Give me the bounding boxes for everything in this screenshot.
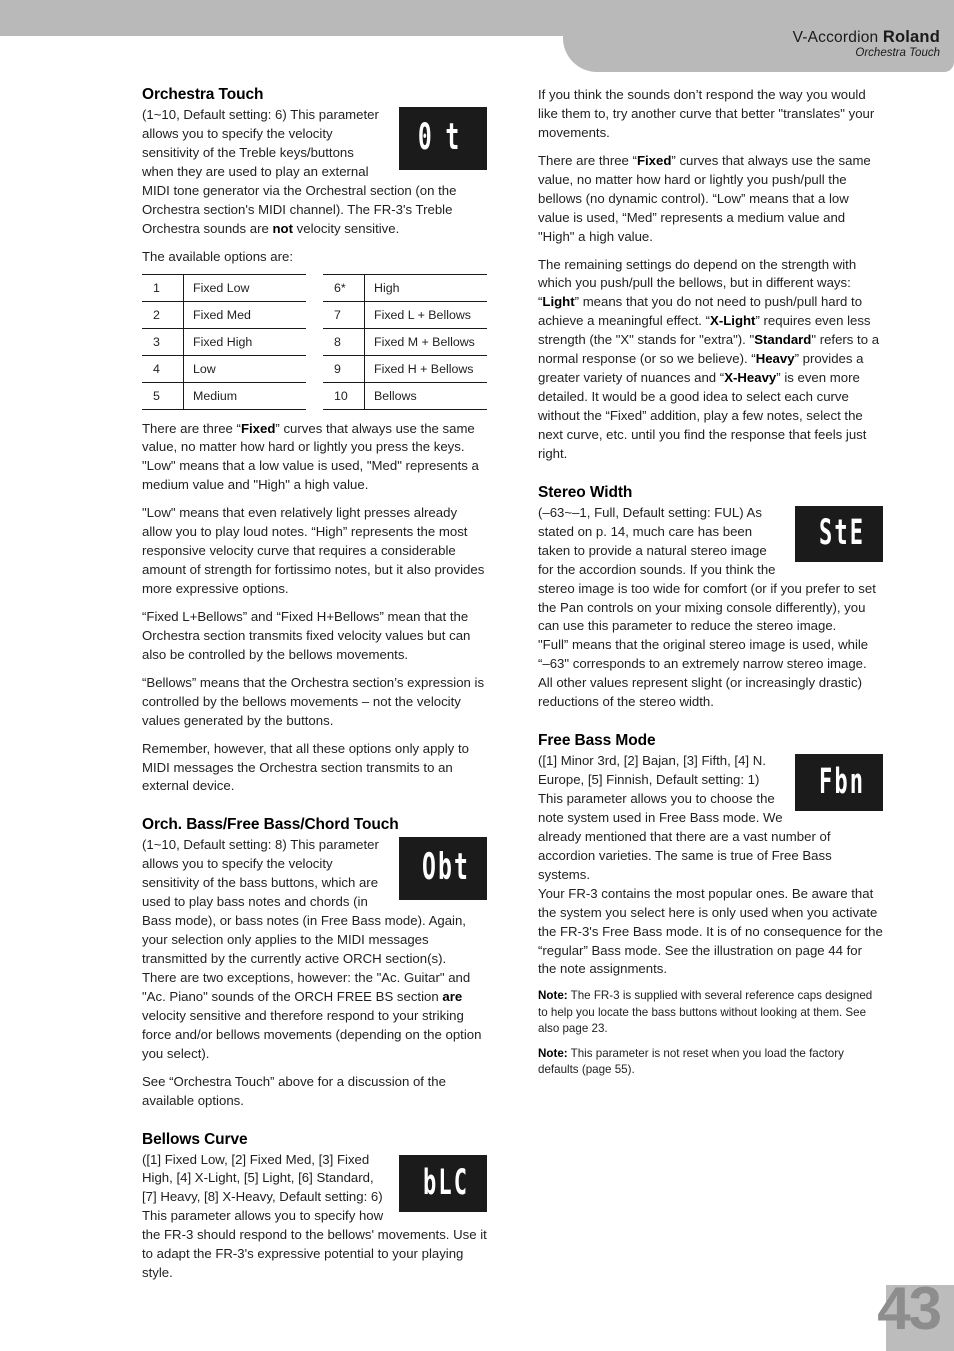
orchestra-touch-paragraph-7: Remember, however, that all these option… xyxy=(142,740,469,794)
option-label: Fixed Med xyxy=(183,300,306,328)
header-brand-name: Roland xyxy=(882,28,940,46)
free-bass-mode-paragraph-2: Your FR-3 contains the most popular ones… xyxy=(538,885,883,977)
options-table-left-body: 1 Fixed Low 2 Fixed Med 3 Fixed High 4 Low 5… xyxy=(142,273,306,410)
bellows-curve-block: bLC ([1] Fixed Low, [2] Fixed Med, [3] F… xyxy=(142,1151,487,1284)
option-number: 4 xyxy=(142,354,184,382)
option-label: Fixed H + Bellows xyxy=(364,354,487,382)
free-bass-mode-note-1: Note: The FR-3 is supplied with several … xyxy=(538,988,883,1037)
ri-p3-bold-7: Heavy xyxy=(755,351,795,367)
option-label: High xyxy=(364,273,487,301)
ri-p3-bold-3: X-Light xyxy=(710,313,756,329)
lcd-value-bellows-curve: bLC xyxy=(422,1162,469,1202)
ob-p2-pre: There are two exceptions, however: the "… xyxy=(142,969,471,1004)
ob-p2-post: velocity sensitive and therefore respond… xyxy=(142,1007,482,1061)
heading-orch-bass-free-bass-chord-touch: Orch. Bass/Free Bass/Chord Touch xyxy=(142,816,399,834)
option-label: Medium xyxy=(183,381,306,410)
left-column: Orchestra Touch 0t (1~10, Default settin… xyxy=(142,86,487,1283)
heading-bellows-curve: Bellows Curve xyxy=(142,1130,248,1148)
option-label: Fixed L + Bellows xyxy=(364,300,487,328)
orch-bass-paragraph-2: There are two exceptions, however: the "… xyxy=(142,969,487,1064)
free-bass-mode-note-2: Note: This parameter is not reset when y… xyxy=(538,1046,883,1078)
header-product-line: V-Accordion Roland xyxy=(793,28,940,46)
option-number: 8 xyxy=(323,327,365,355)
lcd-value-orch-bass: Obt xyxy=(421,847,470,889)
orchestra-touch-paragraph-2: The available options are: xyxy=(142,248,294,264)
header-product-name: V-Accordion xyxy=(792,29,879,46)
table-row: 8 Fixed M + Bellows xyxy=(323,327,487,355)
ot-p1-bold: not xyxy=(272,220,293,236)
note-text: This parameter is not reset when you loa… xyxy=(538,1047,844,1077)
option-number: 5 xyxy=(142,381,184,410)
orch-bass-paragraph-3: See “Orchestra Touch” above for a discus… xyxy=(142,1073,446,1108)
table-row: 2 Fixed Med xyxy=(142,300,306,328)
lcd-display-orch-bass: Obt xyxy=(399,837,487,901)
options-table-right-body: 6* High 7 Fixed L + Bellows 8 Fixed M + Bel… xyxy=(323,273,487,410)
right-intro-paragraph-1: If you think the sounds don’t respond th… xyxy=(538,87,875,140)
lcd-value-orchestra-touch: 0t xyxy=(418,117,474,159)
option-number: 9 xyxy=(323,354,365,382)
header-gray-block: V-Accordion Roland Orchestra Touch xyxy=(563,0,954,72)
table-row: 10 Bellows xyxy=(323,381,487,410)
ri-p2-pre: There are three “ xyxy=(538,152,637,168)
ri-p3-bold-1: Light xyxy=(542,294,575,310)
note-text: The FR-3 is supplied with several refere… xyxy=(538,989,873,1035)
orchestra-touch-paragraph-4: "Low" means that even relatively light p… xyxy=(142,505,485,596)
lcd-value-stereo-width: StE xyxy=(818,513,865,553)
option-number: 10 xyxy=(323,381,365,410)
table-row: 9 Fixed H + Bellows xyxy=(323,354,487,382)
option-label: Low xyxy=(183,354,306,382)
orch-bass-intro-block: Obt (1~10, Default setting: 8) This para… xyxy=(142,836,487,969)
heading-stereo-width: Stereo Width xyxy=(538,483,633,501)
right-column: If you think the sounds don’t respond th… xyxy=(538,86,883,1078)
heading-orchestra-touch: Orchestra Touch xyxy=(142,86,264,103)
lcd-display-free-bass-mode: Fbn xyxy=(795,754,883,812)
stereo-width-paragraph-2: "Full” means that the original stereo im… xyxy=(538,637,869,710)
ri-p2-bold: Fixed xyxy=(636,152,672,168)
orchestra-touch-paragraph-5: “Fixed L+Bellows” and “Fixed H+Bellows” … xyxy=(142,608,471,662)
right-intro-paragraph-3: The remaining settings do depend on the … xyxy=(538,256,883,464)
table-row: 6* High xyxy=(323,273,487,301)
ot-p3-pre: There are three “ xyxy=(142,420,241,436)
ot-p3-bold: Fixed xyxy=(240,420,276,436)
note-label: Note: xyxy=(538,989,568,1003)
option-label: Bellows xyxy=(364,381,487,410)
option-number: 3 xyxy=(142,327,184,355)
table-row: 3 Fixed High xyxy=(142,327,306,355)
ot-p1-post: velocity sensitive. xyxy=(293,220,400,236)
ob-p2-bold: are xyxy=(442,988,463,1004)
lcd-display-bellows-curve: bLC xyxy=(399,1154,487,1212)
table-row: 7 Fixed L + Bellows xyxy=(323,300,487,328)
orchestra-touch-intro-block: 0t (1~10, Default setting: 6) This param… xyxy=(142,106,487,239)
header-text: V-Accordion Roland Orchestra Touch xyxy=(793,28,940,60)
heading-free-bass-mode: Free Bass Mode xyxy=(538,732,656,750)
option-label: Fixed Low xyxy=(183,273,306,301)
table-row: 5 Medium xyxy=(142,381,306,410)
option-label: Fixed High xyxy=(183,327,306,355)
options-table-right: 6* High 7 Fixed L + Bellows 8 Fixed M + Bel… xyxy=(323,273,487,410)
lcd-value-free-bass-mode: Fbn xyxy=(818,762,865,802)
right-intro-paragraph-2: There are three “Fixed” curves that alwa… xyxy=(538,152,883,247)
option-number: 1 xyxy=(142,273,184,301)
ri-p3-bold-5: Standard xyxy=(754,332,812,348)
table-row: 4 Low xyxy=(142,354,306,382)
orchestra-touch-paragraph-3: There are three “Fixed” curves that alwa… xyxy=(142,420,487,496)
orchestra-touch-paragraph-6: “Bellows” means that the Orchestra secti… xyxy=(142,674,485,728)
note-label: Note: xyxy=(538,1047,568,1061)
header-subtitle: Orchestra Touch xyxy=(855,47,940,60)
free-bass-mode-block: Fbn ([1] Minor 3rd, [2] Bajan, [3] Fifth… xyxy=(538,752,883,885)
options-tables: 1 Fixed Low 2 Fixed Med 3 Fixed High 4 Low 5… xyxy=(142,273,487,410)
option-number: 7 xyxy=(323,300,365,328)
ri-p3-bold-9: X-Heavy xyxy=(724,370,777,386)
lcd-display-orchestra-touch: 0t xyxy=(399,107,487,170)
lcd-display-stereo-width: StE xyxy=(795,505,883,562)
options-table-left: 1 Fixed Low 2 Fixed Med 3 Fixed High 4 Low 5… xyxy=(142,273,306,410)
option-number: 6* xyxy=(323,273,365,301)
option-label: Fixed M + Bellows xyxy=(364,327,487,355)
option-number: 2 xyxy=(142,300,184,328)
table-row: 1 Fixed Low xyxy=(142,273,306,301)
page-number: 43 xyxy=(877,1275,942,1342)
stereo-width-block: StE (–63~–1, Full, Default setting: FUL)… xyxy=(538,504,883,637)
